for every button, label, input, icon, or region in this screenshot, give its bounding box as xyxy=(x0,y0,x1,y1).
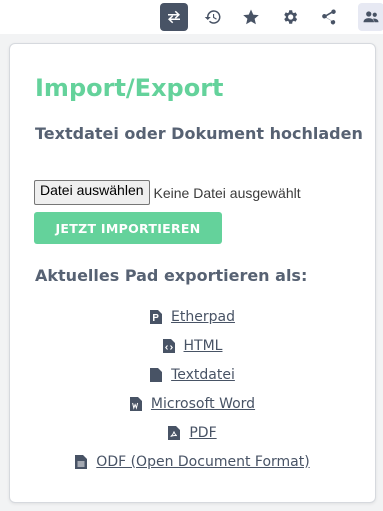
import-heading: Textdatei oder Dokument hochladen xyxy=(35,124,363,143)
export-link-pdf[interactable]: PDF xyxy=(189,425,216,441)
file-input: Datei auswählen Keine Datei ausgewählt xyxy=(34,180,301,205)
star-icon xyxy=(243,9,259,25)
history-icon xyxy=(204,10,221,24)
export-item-etherpad: Etherpad xyxy=(10,302,375,331)
export-link-text[interactable]: Textdatei xyxy=(171,367,235,383)
choose-file-button[interactable]: Datei auswählen xyxy=(34,180,150,205)
history-button[interactable] xyxy=(199,3,227,31)
toolbar xyxy=(0,0,383,34)
panel-title: Import/Export xyxy=(35,74,224,102)
word-file-icon xyxy=(129,396,142,411)
swap-arrows-icon xyxy=(168,10,180,24)
export-link-etherpad[interactable]: Etherpad xyxy=(171,309,235,325)
export-link-word[interactable]: Microsoft Word xyxy=(151,396,255,412)
export-item-word: Microsoft Word xyxy=(10,389,375,418)
settings-button[interactable] xyxy=(276,3,304,31)
export-item-odf: ODF (Open Document Format) xyxy=(10,447,375,476)
star-button[interactable] xyxy=(237,3,265,31)
import-export-panel: Import/Export Textdatei oder Dokument ho… xyxy=(9,43,376,503)
export-item-text: Textdatei xyxy=(10,360,375,389)
document-file-icon xyxy=(75,454,88,469)
users-icon xyxy=(363,11,379,23)
export-link-html[interactable]: HTML xyxy=(184,338,223,354)
import-export-button[interactable] xyxy=(160,3,188,31)
users-button[interactable] xyxy=(358,3,383,31)
code-file-icon xyxy=(162,338,175,353)
export-link-odf[interactable]: ODF (Open Document Format) xyxy=(96,454,309,470)
etherpad-file-icon xyxy=(150,309,163,324)
pdf-file-icon xyxy=(168,425,181,440)
export-item-pdf: PDF xyxy=(10,418,375,447)
export-list: Etherpad HTML Textdatei Microsoft Word P… xyxy=(10,302,375,476)
text-file-icon xyxy=(150,367,163,382)
gear-icon xyxy=(284,10,298,24)
file-status: Keine Datei ausgewählt xyxy=(153,184,301,201)
export-heading: Aktuelles Pad exportieren als: xyxy=(35,266,308,285)
import-now-button[interactable]: JETZT IMPORTIEREN xyxy=(34,212,222,244)
share-button[interactable] xyxy=(315,3,343,31)
export-item-html: HTML xyxy=(10,331,375,360)
share-icon xyxy=(322,9,336,25)
